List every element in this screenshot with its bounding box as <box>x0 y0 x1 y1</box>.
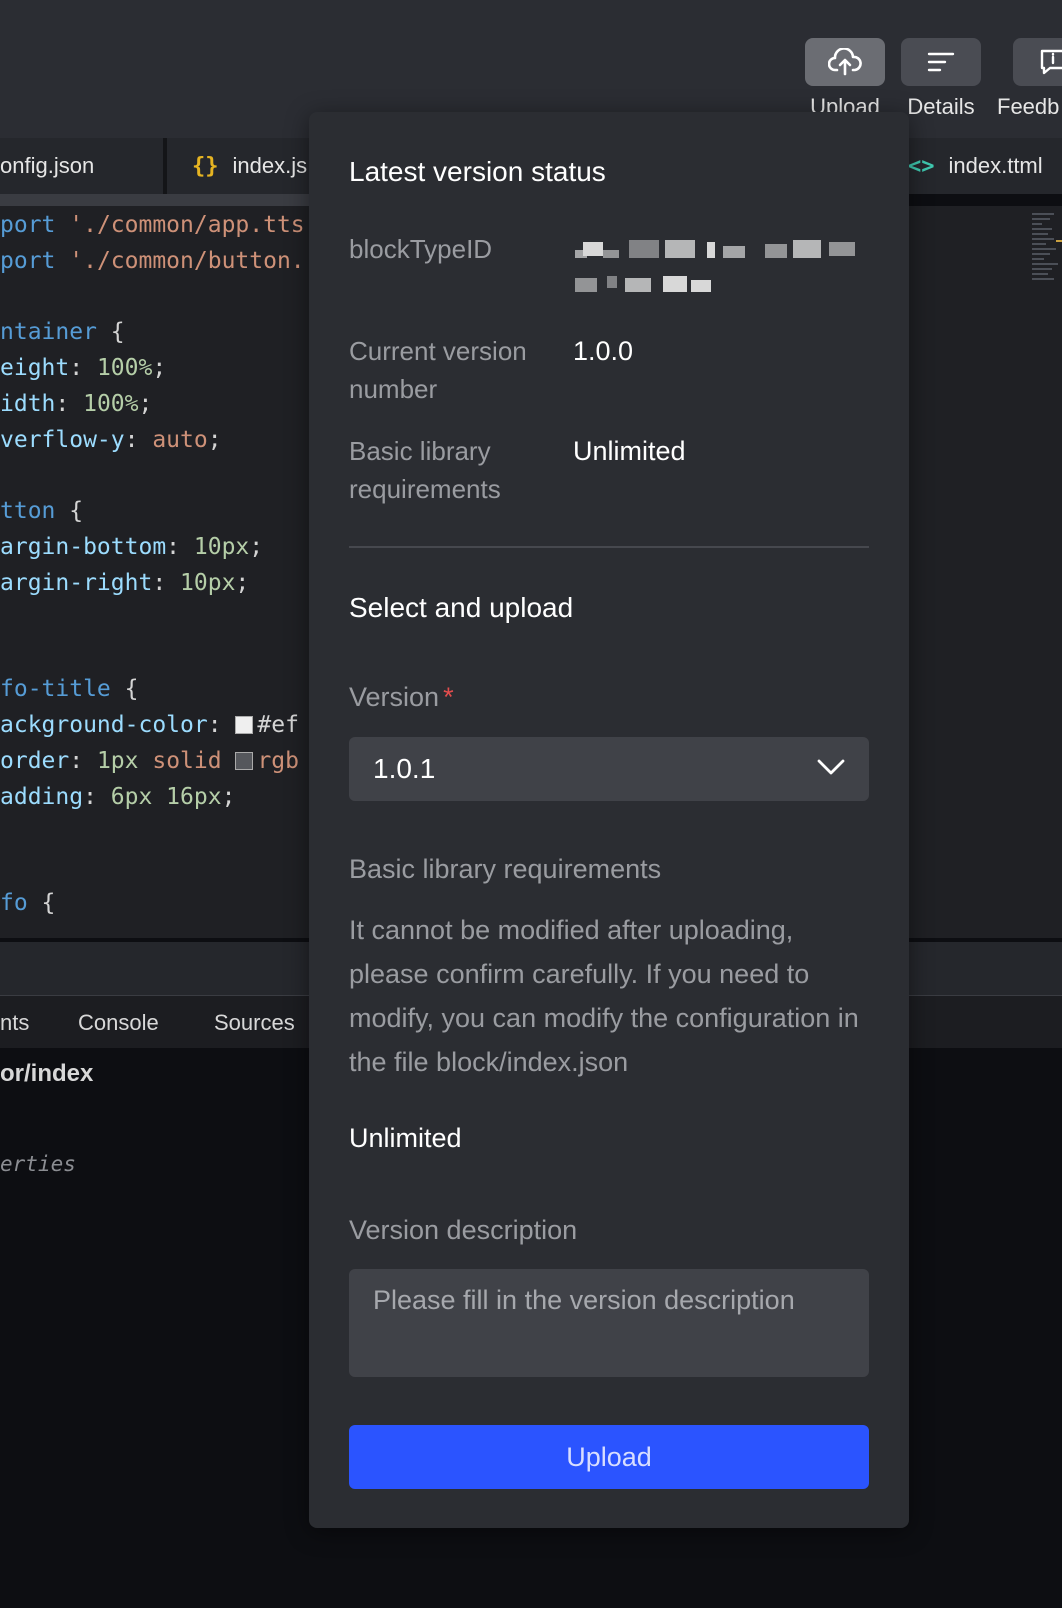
color-swatch[interactable] <box>235 752 254 770</box>
tab-console[interactable]: Console <box>78 1010 159 1036</box>
details-tool[interactable]: Details <box>901 38 981 120</box>
editor-minimap[interactable] <box>1032 210 1062 320</box>
upload-tool[interactable]: Upload <box>805 38 885 120</box>
code-line: port './common/app.tts <box>0 212 305 238</box>
details-lines-icon <box>927 52 955 72</box>
tab-index-js[interactable]: {} index.js <box>192 138 307 194</box>
braces-icon: {} <box>192 153 219 179</box>
chevron-down-icon <box>817 759 845 775</box>
code-line: adding: 6px 16px; <box>0 784 236 810</box>
tab-index-ttml[interactable]: <> index.ttml <box>908 138 1043 194</box>
tab-elements[interactable]: nts <box>0 1010 29 1036</box>
code-line: eight: 100%; <box>0 355 167 381</box>
cloud-upload-icon <box>828 48 862 76</box>
block-type-id-label: blockTypeID <box>349 234 493 264</box>
tab-sources[interactable]: Sources <box>214 1010 295 1036</box>
code-line: idth: 100%; <box>0 391 153 417</box>
tab-separator <box>163 138 167 194</box>
basic-lib-help-text: It cannot be modified after uploading, p… <box>349 915 859 1077</box>
tab-config-json[interactable]: onfig.json <box>0 138 94 194</box>
version-description-label: Version description <box>349 1215 578 1245</box>
tab-label: index.js <box>232 153 308 178</box>
feedback-tool-button[interactable] <box>1013 38 1062 86</box>
basic-lib-value: Unlimited <box>573 436 686 466</box>
code-line: ntainer { <box>0 319 125 345</box>
upload-button[interactable]: Upload <box>349 1425 869 1489</box>
upload-tool-button[interactable] <box>805 38 885 86</box>
current-version-label: Current version number <box>349 336 527 404</box>
code-line: order: 1px solid rgb <box>0 748 299 774</box>
component-path: or/index <box>0 1060 94 1087</box>
code-brackets-icon: <> <box>908 153 935 179</box>
details-tool-label: Details <box>907 94 975 119</box>
status-title: Latest version status <box>349 156 606 187</box>
upload-popover: Latest version status blockTypeID Curren… <box>309 112 909 1528</box>
code-line: verflow-y: auto; <box>0 427 222 453</box>
code-line: argin-bottom: 10px; <box>0 534 264 560</box>
feedback-tool[interactable]: Feedb <box>997 38 1062 119</box>
code-line: port './common/button. <box>0 248 305 274</box>
details-tool-button[interactable] <box>901 38 981 86</box>
select-upload-title: Select and upload <box>349 592 574 623</box>
basic-lib-section-label: Basic library requirements <box>349 854 662 884</box>
basic-lib-selected: Unlimited <box>349 1123 462 1153</box>
version-select-value: 1.0.1 <box>373 753 436 784</box>
tab-label: onfig.json <box>0 153 95 178</box>
tab-label: index.ttml <box>948 153 1043 178</box>
active-tab-indicator <box>0 194 310 206</box>
properties-label: erties <box>0 1152 76 1176</box>
block-type-id-value-redacted <box>573 236 863 306</box>
color-swatch[interactable] <box>235 716 254 734</box>
section-divider <box>349 546 869 548</box>
version-label: Version * <box>349 682 454 712</box>
minimap-cursor-marker <box>1056 240 1062 242</box>
code-line: tton { <box>0 498 84 524</box>
version-select[interactable]: 1.0.1 <box>349 737 869 801</box>
current-version-value: 1.0.0 <box>573 336 634 366</box>
feedback-tool-label: Feedb <box>997 94 1060 119</box>
code-line: ackground-color: #ef <box>0 712 299 738</box>
code-line: fo { <box>0 890 56 916</box>
code-line: fo-title { <box>0 676 139 702</box>
version-description-input[interactable] <box>349 1269 869 1377</box>
required-asterisk: * <box>443 682 454 712</box>
basic-lib-label: Basic library requirements <box>349 436 501 504</box>
feedback-info-icon <box>1040 49 1062 75</box>
code-line: argin-right: 10px; <box>0 570 250 596</box>
